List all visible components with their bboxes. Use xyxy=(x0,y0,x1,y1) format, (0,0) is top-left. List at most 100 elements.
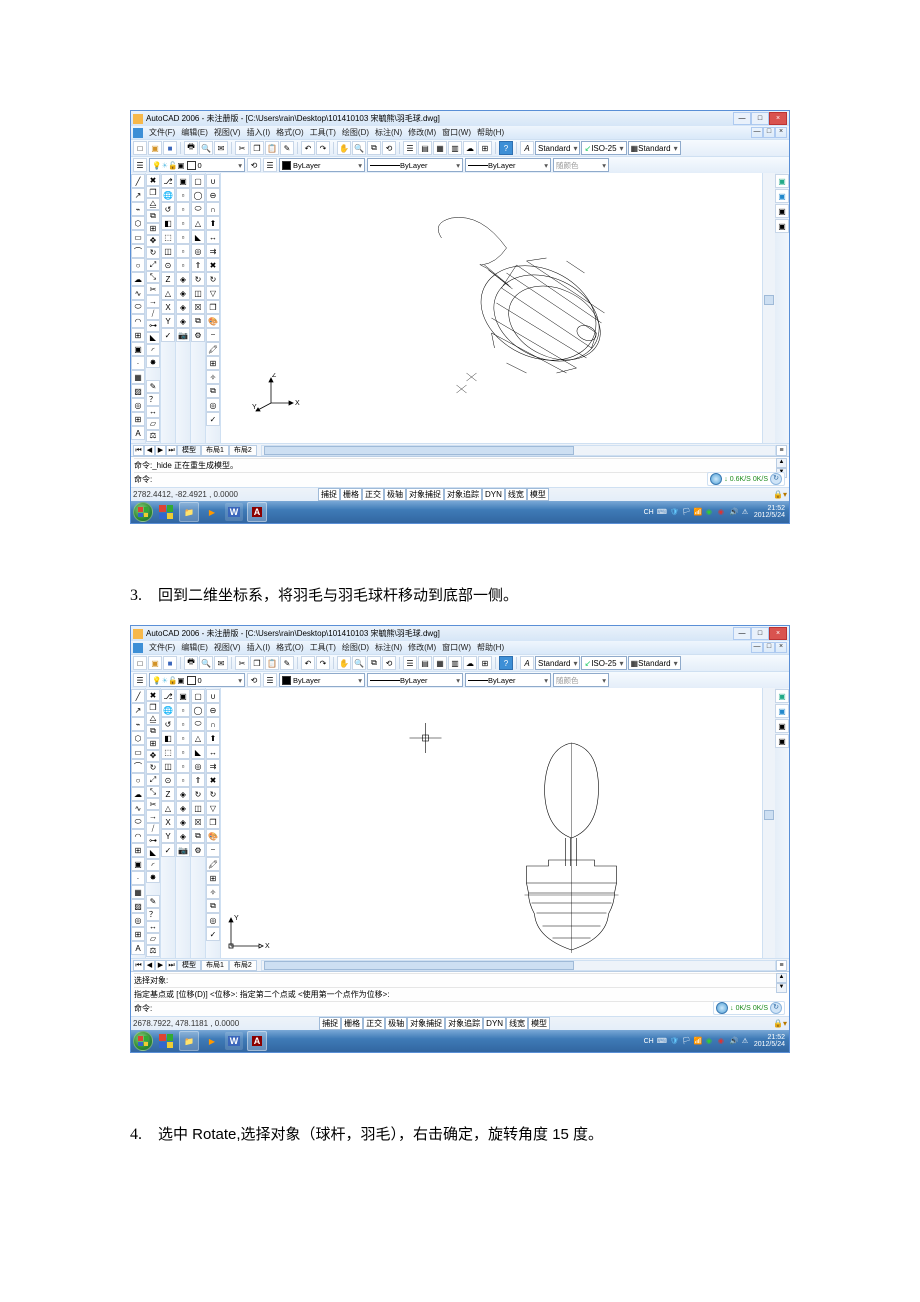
vswiso-icon[interactable]: ◈ xyxy=(176,272,190,286)
publish-icon[interactable]: ✉ xyxy=(214,141,228,155)
rect-icon[interactable]: ▭ xyxy=(131,230,145,244)
ucs-obj-icon[interactable]: ⬚ xyxy=(161,230,175,244)
ref-bind-icon[interactable]: ▣ xyxy=(775,734,789,748)
menu-tools[interactable]: 工具(T) xyxy=(310,127,336,138)
copy-icon[interactable]: ❐ xyxy=(250,141,264,155)
minimize-button[interactable]: — xyxy=(733,627,751,640)
inquiry-icon[interactable]: ？ xyxy=(146,393,160,406)
doc-min-button[interactable]: — xyxy=(751,127,763,138)
table-icon[interactable]: ⊞ xyxy=(131,412,145,426)
hatch-icon[interactable]: ▦ xyxy=(131,370,145,384)
copy2-icon[interactable]: ❐ xyxy=(146,186,160,198)
menu-edit[interactable]: 编辑(E) xyxy=(181,642,208,653)
dist-icon[interactable]: ↔ xyxy=(146,406,160,418)
separate-icon[interactable]: ⧉ xyxy=(206,384,220,398)
refresh-icon[interactable]: ↻ xyxy=(770,1002,782,1014)
explode-icon[interactable]: ✸ xyxy=(146,356,160,368)
tab-next-btn[interactable]: ▶ xyxy=(155,445,166,456)
pan-icon[interactable]: ✋ xyxy=(337,656,351,670)
task-autocad-icon[interactable]: A xyxy=(247,1031,267,1051)
menu-insert[interactable]: 插入(I) xyxy=(247,127,271,138)
tab-prev-btn[interactable]: ◀ xyxy=(144,445,155,456)
plotstyle-select[interactable]: 随颜色 xyxy=(553,673,609,687)
menu-modify[interactable]: 修改(M) xyxy=(408,642,436,653)
open-icon[interactable]: ▣ xyxy=(148,656,162,670)
tray-vol-icon[interactable]: 🔊 xyxy=(730,508,739,517)
tool-pal-icon[interactable]: ▦ xyxy=(433,656,447,670)
setup-icon[interactable]: ⚙ xyxy=(191,328,205,342)
drawing-canvas[interactable]: Z X Y xyxy=(221,173,762,443)
layer-select[interactable]: 💡☀🔓▣ 0 xyxy=(149,673,245,687)
color-select[interactable]: ByLayer xyxy=(279,158,365,172)
task-explorer-icon[interactable]: 📁 xyxy=(179,1031,199,1051)
ucs-face-icon[interactable]: ◧ xyxy=(161,216,175,230)
line-icon[interactable]: ╱ xyxy=(131,174,145,188)
point-icon[interactable]: · xyxy=(131,356,145,370)
subtract-icon[interactable]: ⊖ xyxy=(206,188,220,202)
task-word-icon[interactable]: W xyxy=(225,1032,243,1050)
slice-icon[interactable]: ◫ xyxy=(191,286,205,300)
imprint-icon[interactable]: ⊞ xyxy=(206,356,220,370)
ref-overlay-icon[interactable]: ▣ xyxy=(775,189,789,203)
vfront-icon[interactable]: ▫ xyxy=(176,244,190,258)
linetype-select[interactable]: ByLayer xyxy=(367,673,463,687)
revcloud-icon[interactable]: ☁ xyxy=(131,272,145,286)
break-icon[interactable]: ⧸ xyxy=(146,308,160,320)
extend-icon[interactable]: → xyxy=(146,295,160,307)
tray-360-icon[interactable]: ◉ xyxy=(706,508,715,517)
tray-shield-icon[interactable]: 🛡 xyxy=(670,508,679,517)
lock-icon[interactable]: 🔒▾ xyxy=(773,490,787,499)
cone-icon[interactable]: △ xyxy=(191,216,205,230)
doc-max-button[interactable]: □ xyxy=(763,127,775,138)
dim-style-select[interactable]: ↙ISO-25 xyxy=(581,141,626,155)
vneiso-icon[interactable]: ◈ xyxy=(176,300,190,314)
ucs-origin-icon[interactable]: ⊙ xyxy=(161,258,175,272)
status-polar[interactable]: 极轴 xyxy=(384,488,406,501)
vscrollbar[interactable] xyxy=(762,173,775,443)
dc-icon[interactable]: ▤ xyxy=(418,656,432,670)
vbottom-icon[interactable]: ▫ xyxy=(176,202,190,216)
pline-icon[interactable]: ⌁ xyxy=(131,202,145,216)
matchprop-icon[interactable]: ✎ xyxy=(280,656,294,670)
color-select[interactable]: ByLayer xyxy=(279,673,365,687)
layer-prev-icon[interactable]: ⟲ xyxy=(247,673,261,687)
wedge-icon[interactable]: ◣ xyxy=(191,230,205,244)
task-word-icon[interactable]: W xyxy=(225,503,243,521)
status-model[interactable]: 模型 xyxy=(527,488,549,501)
plotstyle-select[interactable]: 随颜色 xyxy=(553,158,609,172)
vleft-icon[interactable]: ▫ xyxy=(176,216,190,230)
cut-icon[interactable]: ✂ xyxy=(235,656,249,670)
move-icon[interactable]: ✥ xyxy=(146,235,160,247)
taskbar-clock[interactable]: 21:522012/5/24 xyxy=(754,1034,785,1048)
ucs-prev-icon[interactable]: ↺ xyxy=(161,202,175,216)
layer-select[interactable]: 💡☀🔓▣ 0 xyxy=(149,158,245,172)
lineweight-select[interactable]: ByLayer xyxy=(465,158,551,172)
torus-icon[interactable]: ◎ xyxy=(191,244,205,258)
massprop-icon[interactable]: ⚖ xyxy=(146,430,160,442)
moveface-icon[interactable]: ↔ xyxy=(206,230,220,244)
copyface-icon[interactable]: ❐ xyxy=(206,300,220,314)
ucs-z-icon[interactable]: Z xyxy=(161,272,175,286)
print-icon[interactable]: 🖶 xyxy=(184,656,198,670)
tray-net-icon[interactable]: 📶 xyxy=(694,508,703,517)
extrudeface-icon[interactable]: ⬆ xyxy=(206,216,220,230)
zoom-win-icon[interactable]: ⧉ xyxy=(367,141,381,155)
camera-icon[interactable]: 📷 xyxy=(176,328,190,342)
status-otrack[interactable]: 对象追踪 xyxy=(444,488,482,501)
revolve-icon[interactable]: ↻ xyxy=(191,272,205,286)
layer-states-icon[interactable]: ☰ xyxy=(263,673,277,687)
extrude-icon[interactable]: ⇑ xyxy=(191,258,205,272)
quickcalc-icon[interactable]: ⊞ xyxy=(478,141,492,155)
status-osnap[interactable]: 对象捕捉 xyxy=(406,488,444,501)
minimize-button[interactable]: — xyxy=(733,112,751,125)
ref-attach-icon[interactable]: ▣ xyxy=(775,689,789,703)
cmd-docker-icon[interactable]: ≡ xyxy=(776,445,787,456)
preview-icon[interactable]: 🔍 xyxy=(199,141,213,155)
vnamed-icon[interactable]: ▣ xyxy=(176,174,190,188)
shell-icon[interactable]: ◎ xyxy=(206,398,220,412)
doc-close-button[interactable]: × xyxy=(775,642,787,653)
open-icon[interactable]: ▣ xyxy=(148,141,162,155)
paste-icon[interactable]: 📋 xyxy=(265,141,279,155)
mirror-icon[interactable]: ⧋ xyxy=(146,198,160,210)
arc-icon[interactable]: ⌒ xyxy=(131,244,145,258)
